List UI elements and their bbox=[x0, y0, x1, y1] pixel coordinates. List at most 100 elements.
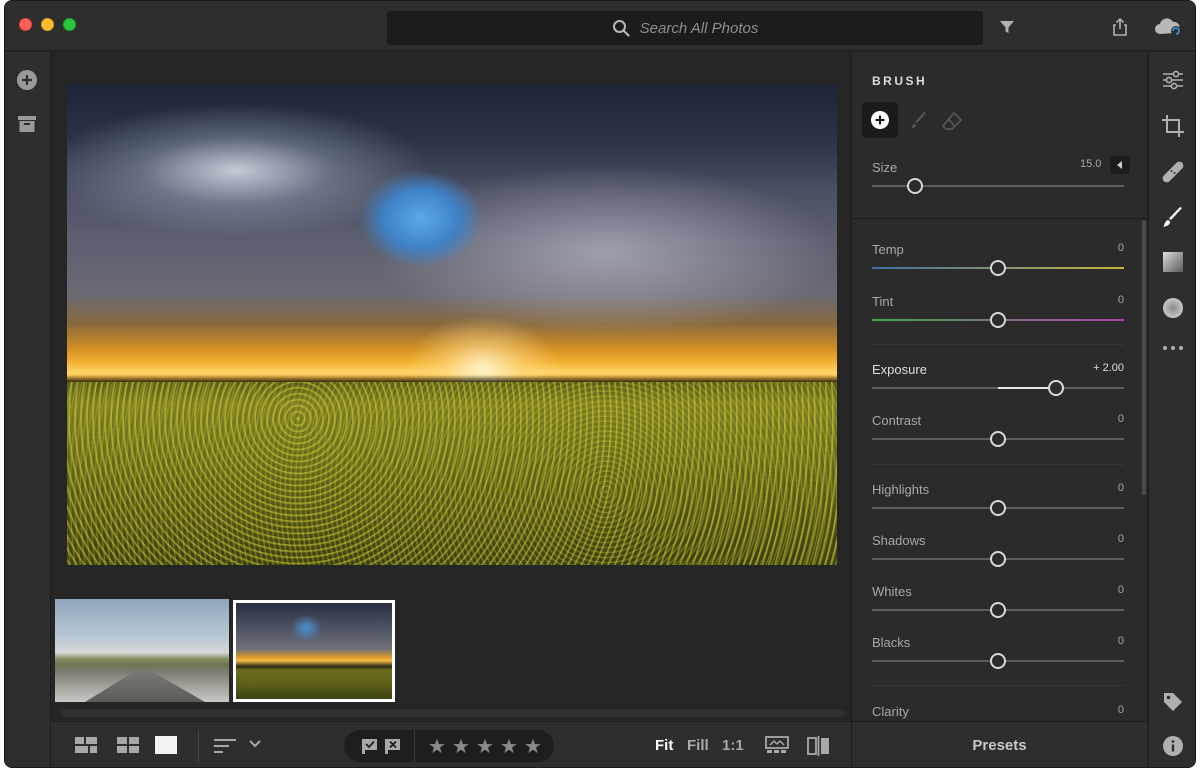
slider-label: Tint bbox=[872, 294, 894, 309]
exposure-slider[interactable]: Exposure + 2.00 bbox=[872, 362, 1124, 402]
app-window: Search All Photos ★ ★ ★ ★ ★ Fit Fill 1:1… bbox=[4, 0, 1196, 768]
slider-knob[interactable] bbox=[990, 551, 1006, 567]
brush-icon[interactable] bbox=[1161, 206, 1185, 230]
temp-slider[interactable]: Temp 0 bbox=[872, 242, 1124, 282]
flower-field bbox=[67, 382, 837, 565]
crop-icon[interactable] bbox=[1161, 114, 1185, 138]
section-divider bbox=[872, 344, 1124, 345]
main-photo[interactable] bbox=[67, 84, 837, 565]
clarity-slider[interactable]: Clarity 0 bbox=[872, 704, 1124, 721]
slider-label: Temp bbox=[872, 242, 904, 257]
bottom-toolbar: ★ ★ ★ ★ ★ Fit Fill 1:1 bbox=[51, 721, 851, 767]
info-icon[interactable] bbox=[1161, 734, 1185, 758]
compare-icon[interactable] bbox=[765, 736, 789, 754]
add-icon[interactable] bbox=[16, 69, 38, 91]
before-after-icon[interactable] bbox=[807, 736, 831, 756]
flag-reject-icon[interactable] bbox=[384, 738, 402, 759]
star-rating-1[interactable]: ★ bbox=[428, 734, 446, 758]
zoom-fill-button[interactable]: Fill bbox=[687, 737, 709, 754]
star-rating-3[interactable]: ★ bbox=[476, 734, 494, 758]
more-icon[interactable] bbox=[1161, 336, 1185, 360]
flag-rating-group: ★ ★ ★ ★ ★ bbox=[344, 730, 554, 762]
highlights-slider[interactable]: Highlights 0 bbox=[872, 482, 1124, 522]
section-divider bbox=[872, 685, 1124, 686]
slider-label: Exposure bbox=[872, 362, 927, 377]
panel-scrollbar[interactable] bbox=[1142, 220, 1146, 495]
shadows-slider[interactable]: Shadows 0 bbox=[872, 533, 1124, 573]
filmstrip-thumbnail-road[interactable] bbox=[55, 599, 229, 702]
left-toolbar bbox=[5, 52, 51, 767]
edit-panel: BRUSH Size 15.0 Temp 0 Tint 0 Exposure +… bbox=[851, 52, 1148, 721]
blacks-slider[interactable]: Blacks 0 bbox=[872, 635, 1124, 675]
section-divider bbox=[872, 464, 1124, 465]
search-field[interactable]: Search All Photos bbox=[387, 11, 983, 45]
presets-bar[interactable]: Presets bbox=[851, 721, 1147, 767]
slider-value[interactable]: 0 bbox=[1118, 242, 1124, 254]
slider-knob[interactable] bbox=[906, 178, 923, 194]
right-toolbar bbox=[1148, 52, 1195, 767]
slider-label: Highlights bbox=[872, 482, 930, 497]
slider-value[interactable]: + 2.00 bbox=[1093, 362, 1124, 374]
healing-icon[interactable] bbox=[1161, 160, 1185, 184]
flag-pick-icon[interactable] bbox=[361, 738, 379, 759]
zoom-1to1-button[interactable]: 1:1 bbox=[722, 737, 744, 754]
filmstrip-thumbnail-selected[interactable] bbox=[233, 600, 395, 702]
eraser-icon[interactable] bbox=[941, 110, 963, 132]
whites-slider[interactable]: Whites 0 bbox=[872, 584, 1124, 624]
star-rating-2[interactable]: ★ bbox=[452, 734, 470, 758]
slider-value[interactable]: 0 bbox=[1118, 704, 1124, 716]
flag-divider bbox=[414, 730, 415, 762]
road bbox=[85, 671, 205, 702]
zoom-fit-button[interactable]: Fit bbox=[655, 737, 673, 754]
slider-value[interactable]: 0 bbox=[1118, 413, 1124, 425]
panel-divider bbox=[852, 218, 1148, 219]
slider-knob[interactable] bbox=[990, 602, 1006, 618]
zoom-window-button[interactable] bbox=[63, 18, 76, 31]
photo-grid-icon[interactable] bbox=[75, 737, 97, 753]
radial-gradient-icon[interactable] bbox=[1161, 296, 1185, 320]
detail-view-icon[interactable] bbox=[155, 736, 177, 754]
slider-label: Blacks bbox=[872, 635, 911, 650]
star-rating-4[interactable]: ★ bbox=[500, 734, 518, 758]
archive-icon[interactable] bbox=[16, 113, 38, 135]
presets-button[interactable]: Presets bbox=[852, 737, 1147, 754]
slider-value[interactable]: 0 bbox=[1118, 584, 1124, 596]
slider-label: Contrast bbox=[872, 413, 922, 428]
slider-knob[interactable] bbox=[990, 653, 1006, 669]
minimize-window-button[interactable] bbox=[41, 18, 54, 31]
close-window-button[interactable] bbox=[19, 18, 32, 31]
square-grid-icon[interactable] bbox=[117, 737, 139, 753]
slider-label: Shadows bbox=[872, 533, 926, 548]
slider-value[interactable]: 0 bbox=[1118, 533, 1124, 545]
slider-value[interactable]: 0 bbox=[1118, 294, 1124, 306]
filmstrip-scrollbar[interactable] bbox=[61, 709, 845, 717]
search-icon bbox=[612, 20, 630, 37]
contrast-slider[interactable]: Contrast 0 bbox=[872, 413, 1124, 453]
filter-icon[interactable] bbox=[995, 15, 1019, 39]
tag-icon[interactable] bbox=[1161, 690, 1185, 714]
panel-title: BRUSH bbox=[872, 74, 928, 88]
edit-sliders-icon[interactable] bbox=[1161, 68, 1185, 92]
slider-label: Whites bbox=[872, 584, 912, 599]
slider-knob[interactable] bbox=[990, 431, 1006, 447]
add-icon bbox=[871, 111, 889, 129]
size-slider[interactable] bbox=[872, 160, 1124, 200]
share-icon[interactable] bbox=[1108, 15, 1132, 39]
slider-label: Clarity bbox=[872, 704, 909, 719]
search-placeholder: Search All Photos bbox=[639, 19, 759, 37]
tint-slider[interactable]: Tint 0 bbox=[872, 294, 1124, 334]
slider-value[interactable]: 0 bbox=[1118, 635, 1124, 647]
brush-paint-icon[interactable] bbox=[908, 110, 930, 132]
title-bar: Search All Photos bbox=[5, 1, 1195, 51]
slider-value[interactable]: 0 bbox=[1118, 482, 1124, 494]
chevron-down-icon[interactable] bbox=[248, 739, 262, 749]
brush-add-button[interactable] bbox=[862, 102, 898, 138]
slider-knob[interactable] bbox=[1047, 380, 1064, 396]
cloud-sync-icon[interactable] bbox=[1153, 15, 1183, 39]
slider-knob[interactable] bbox=[990, 500, 1006, 516]
slider-knob[interactable] bbox=[990, 312, 1006, 328]
slider-knob[interactable] bbox=[990, 260, 1006, 276]
linear-gradient-icon[interactable] bbox=[1161, 250, 1185, 274]
star-rating-5[interactable]: ★ bbox=[524, 734, 542, 758]
sort-icon[interactable] bbox=[214, 738, 238, 754]
